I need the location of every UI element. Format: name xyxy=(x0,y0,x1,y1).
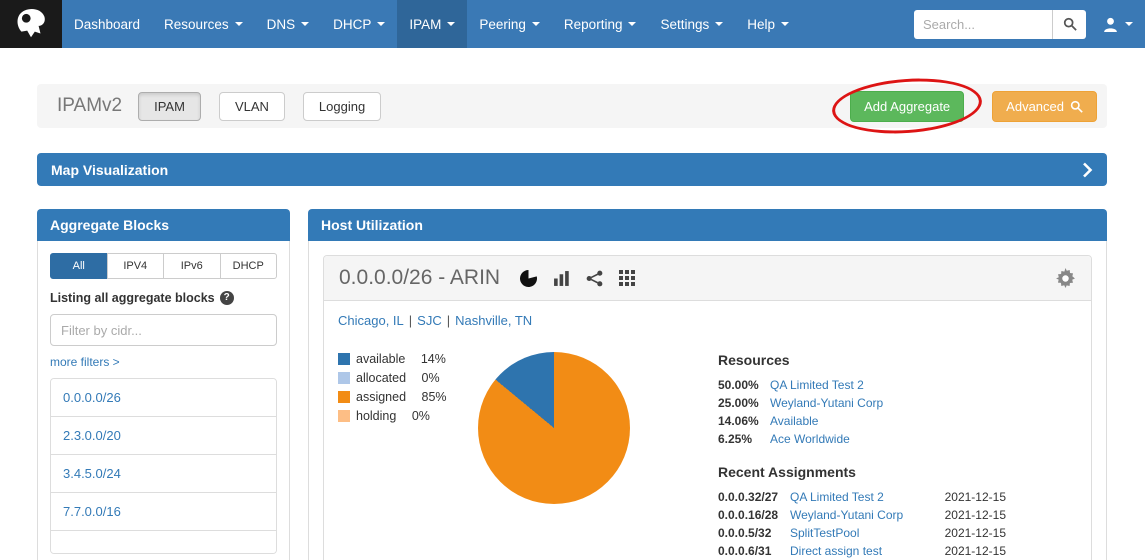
list-item[interactable]: 0.0.0.0/26 xyxy=(51,379,276,416)
list-item[interactable]: 2.3.0.0/20 xyxy=(51,416,276,454)
host-utilization-panel: Host Utilization 0.0.0.0/26 - ARIN xyxy=(308,209,1107,560)
breadcrumb-link[interactable]: SJC xyxy=(417,313,442,328)
legend-swatch xyxy=(338,410,350,422)
legend-swatch xyxy=(338,372,350,384)
legend-item: assigned 85% xyxy=(338,390,478,404)
page-header: IPAMv2 IPAM VLAN Logging Add Aggregate A… xyxy=(37,84,1107,128)
resource-link[interactable]: Weyland-Yutani Corp xyxy=(770,396,883,410)
assignment-link[interactable]: SplitTestPool xyxy=(790,526,936,540)
resource-link[interactable]: QA Limited Test 2 xyxy=(770,378,864,392)
legend-swatch xyxy=(338,391,350,403)
assignment-row: 0.0.0.32/27QA Limited Test 22021-12-15 xyxy=(718,490,1006,504)
assignment-date: 2021-12-15 xyxy=(936,544,1006,558)
main-nav: Dashboard Resources DNS DHCP IPAM Peerin… xyxy=(62,0,801,48)
aggregate-block-list: 0.0.0.0/26 2.3.0.0/20 3.4.5.0/24 7.7.0.0… xyxy=(50,378,277,554)
resource-row: 6.25%Ace Worldwide xyxy=(718,432,1006,446)
list-item[interactable]: 3.4.5.0/24 xyxy=(51,454,276,492)
search-input[interactable] xyxy=(914,10,1052,39)
filter-tab-all[interactable]: All xyxy=(50,253,108,279)
search-icon xyxy=(1063,17,1077,31)
more-filters-link[interactable]: more filters > xyxy=(50,355,120,369)
panel-title: Host Utilization xyxy=(308,209,1107,241)
cidr-filter-input[interactable] xyxy=(50,314,277,346)
assignment-date: 2021-12-15 xyxy=(936,526,1006,540)
search-button[interactable] xyxy=(1052,10,1086,39)
pie-chart-icon[interactable] xyxy=(520,270,537,287)
panel-title: Aggregate Blocks xyxy=(37,209,290,241)
block-title: 0.0.0.0/26 - ARIN xyxy=(339,266,500,290)
chevron-down-icon xyxy=(781,22,789,26)
utilization-pie-chart xyxy=(478,352,630,504)
list-item[interactable]: 7.7.0.0/16 xyxy=(51,492,276,530)
legend-item: holding 0% xyxy=(338,409,478,423)
help-icon[interactable]: ? xyxy=(220,291,234,305)
pie-legend: available 14% allocated 0% assigned 85% … xyxy=(338,352,478,560)
nav-item-settings[interactable]: Settings xyxy=(648,0,735,48)
assignment-row: 0.0.0.5/32SplitTestPool2021-12-15 xyxy=(718,526,1006,540)
add-aggregate-button[interactable]: Add Aggregate xyxy=(850,91,964,122)
app-logo[interactable] xyxy=(0,0,62,48)
list-item[interactable] xyxy=(51,530,276,553)
chevron-down-icon xyxy=(1125,22,1133,26)
assignment-row: 0.0.0.6/31Direct assign test2021-12-15 xyxy=(718,544,1006,558)
assignment-date: 2021-12-15 xyxy=(936,508,1006,522)
search-icon xyxy=(1070,100,1083,113)
recent-assignments-heading: Recent Assignments xyxy=(718,464,1006,480)
aggregate-blocks-panel: Aggregate Blocks All IPV4 IPv6 DHCP List… xyxy=(37,209,290,560)
chevron-down-icon xyxy=(715,22,723,26)
nav-item-reporting[interactable]: Reporting xyxy=(552,0,649,48)
grid-icon[interactable] xyxy=(619,270,635,286)
filter-tab-dhcp[interactable]: DHCP xyxy=(220,253,278,279)
legend-item: allocated 0% xyxy=(338,371,478,385)
legend-swatch xyxy=(338,353,350,365)
chevron-down-icon xyxy=(301,22,309,26)
listing-label: Listing all aggregate blocks xyxy=(50,291,215,305)
assignment-date: 2021-12-15 xyxy=(936,490,1006,504)
chevron-down-icon xyxy=(532,22,540,26)
user-menu[interactable] xyxy=(1102,16,1133,33)
user-icon xyxy=(1102,16,1119,33)
assignment-link[interactable]: Weyland-Yutani Corp xyxy=(790,508,936,522)
chevron-down-icon xyxy=(447,22,455,26)
resource-link[interactable]: Available xyxy=(770,414,818,428)
breadcrumb-link[interactable]: Chicago, IL xyxy=(338,313,404,328)
nav-item-dns[interactable]: DNS xyxy=(255,0,322,48)
nav-item-ipam[interactable]: IPAM xyxy=(397,0,467,48)
nav-item-resources[interactable]: Resources xyxy=(152,0,255,48)
share-icon[interactable] xyxy=(586,270,603,287)
page-title: IPAMv2 xyxy=(57,95,122,117)
block-type-filter: All IPV4 IPv6 DHCP xyxy=(50,253,277,279)
top-navbar: Dashboard Resources DNS DHCP IPAM Peerin… xyxy=(0,0,1145,48)
map-visualization-bar[interactable]: Map Visualization xyxy=(37,153,1107,186)
ram-logo-icon xyxy=(10,5,52,43)
assignment-row: 0.0.0.16/28Weyland-Yutani Corp2021-12-15 xyxy=(718,508,1006,522)
resource-link[interactable]: Ace Worldwide xyxy=(770,432,850,446)
filter-tab-ipv4[interactable]: IPV4 xyxy=(107,253,165,279)
legend-item: available 14% xyxy=(338,352,478,366)
gear-icon[interactable] xyxy=(1055,268,1076,289)
nav-item-dhcp[interactable]: DHCP xyxy=(321,0,397,48)
resource-row: 50.00%QA Limited Test 2 xyxy=(718,378,1006,392)
chevron-right-icon xyxy=(1082,162,1093,178)
breadcrumb-link[interactable]: Nashville, TN xyxy=(455,313,532,328)
resources-heading: Resources xyxy=(718,352,1006,368)
breadcrumb: Chicago, IL|SJC|Nashville, TN xyxy=(338,313,1077,328)
chevron-down-icon xyxy=(628,22,636,26)
chevron-down-icon xyxy=(377,22,385,26)
nav-item-dashboard[interactable]: Dashboard xyxy=(62,0,152,48)
bar-chart-icon[interactable] xyxy=(553,270,570,287)
resource-row: 25.00%Weyland-Yutani Corp xyxy=(718,396,1006,410)
nav-item-help[interactable]: Help xyxy=(735,0,801,48)
tab-ipam[interactable]: IPAM xyxy=(138,92,201,121)
filter-tab-ipv6[interactable]: IPv6 xyxy=(163,253,221,279)
assignment-link[interactable]: QA Limited Test 2 xyxy=(790,490,936,504)
nav-item-peering[interactable]: Peering xyxy=(467,0,552,48)
resource-row: 14.06%Available xyxy=(718,414,1006,428)
tab-vlan[interactable]: VLAN xyxy=(219,92,285,121)
chevron-down-icon xyxy=(235,22,243,26)
assignment-link[interactable]: Direct assign test xyxy=(790,544,936,558)
advanced-button[interactable]: Advanced xyxy=(992,91,1097,122)
tab-logging[interactable]: Logging xyxy=(303,92,381,121)
